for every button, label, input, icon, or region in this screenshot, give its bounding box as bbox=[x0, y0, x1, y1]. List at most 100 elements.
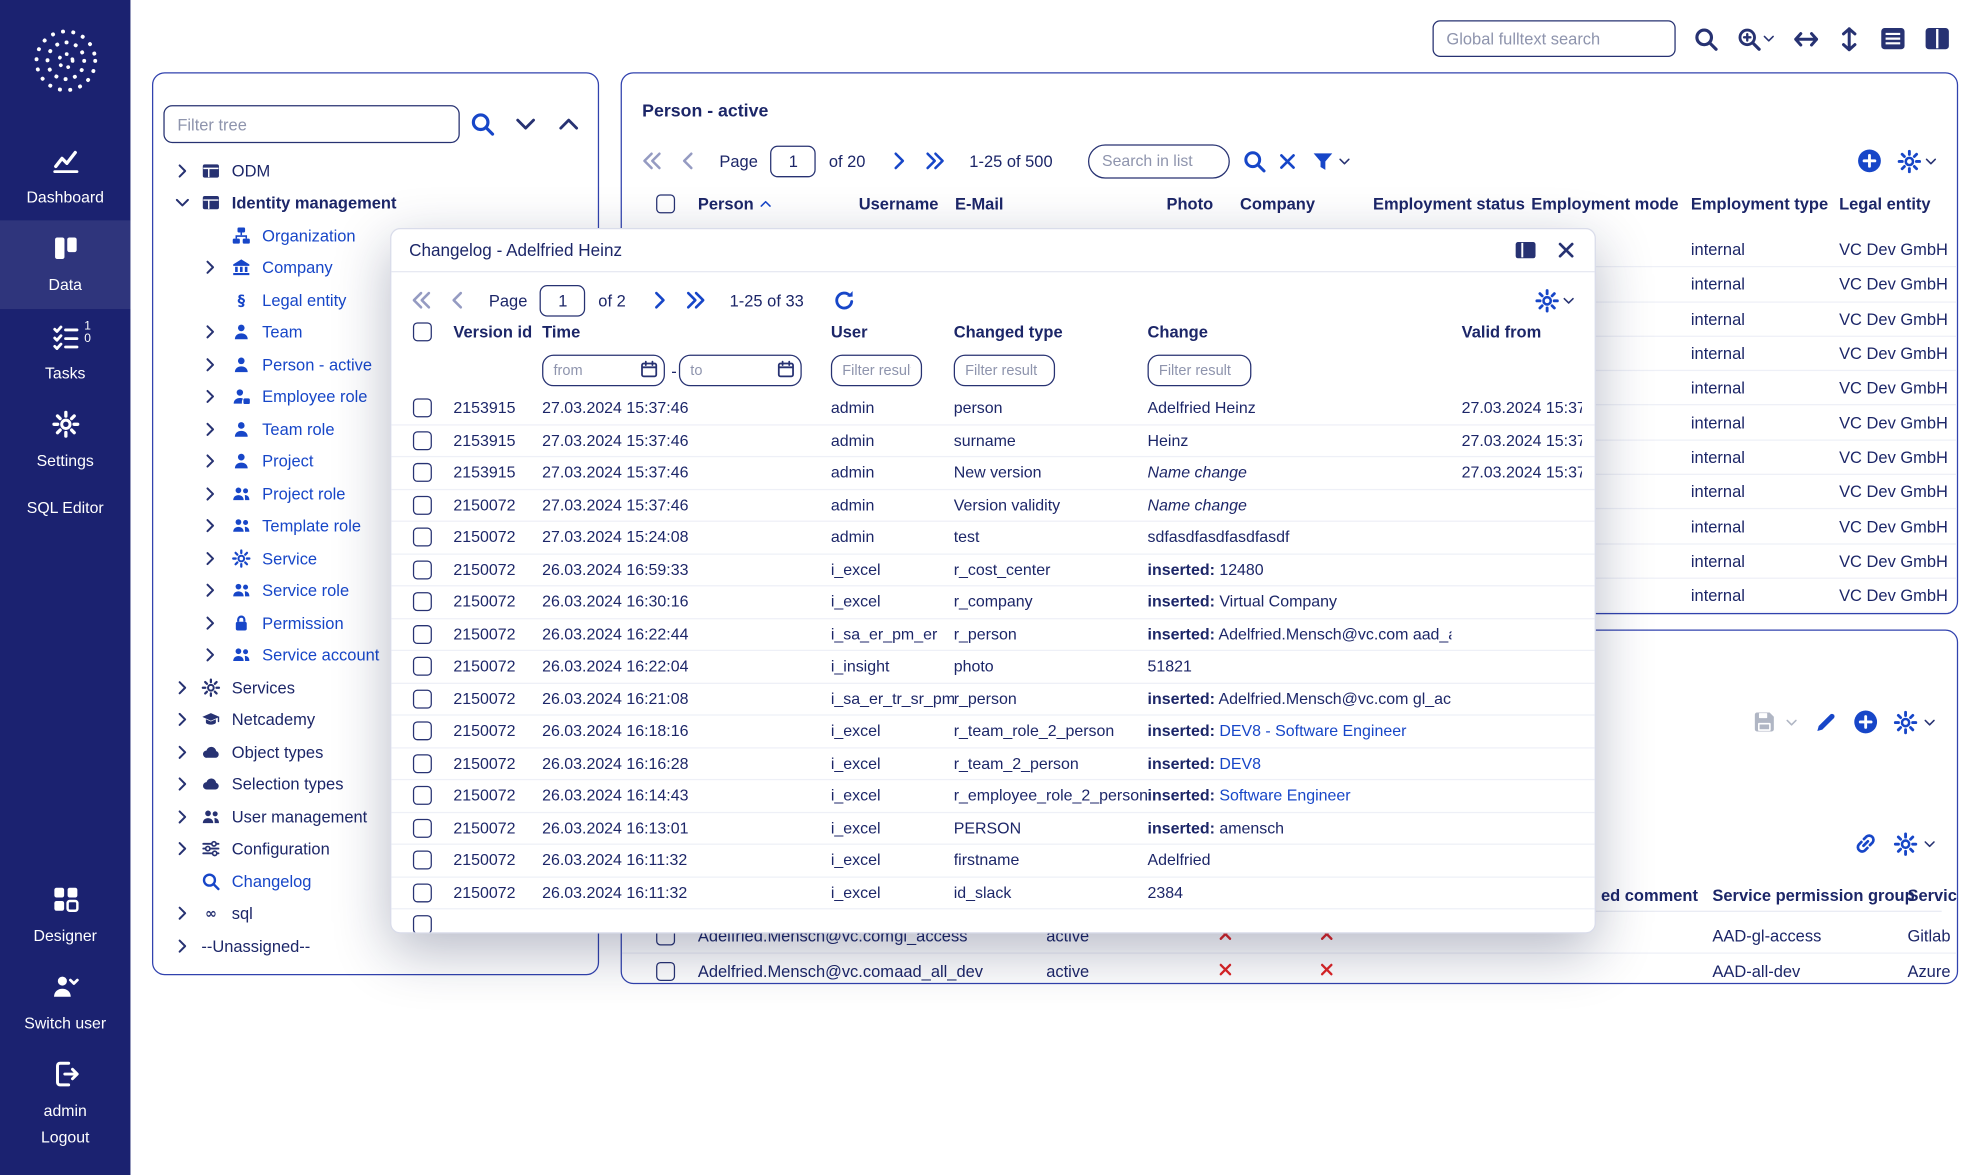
change-link[interactable]: DEV8 bbox=[1215, 755, 1261, 773]
add-row-button[interactable] bbox=[1857, 148, 1882, 173]
row-checkbox[interactable] bbox=[656, 961, 676, 981]
changelog-row[interactable]: 2153915 27.03.2024 15:37:46 admin person Ade… bbox=[391, 393, 1595, 425]
changelog-row[interactable]: 2150072 26.03.2024 16:59:33 i_excel r_cost_… bbox=[391, 554, 1595, 587]
row-checkbox[interactable] bbox=[412, 753, 432, 773]
detail-settings-caret-icon[interactable] bbox=[1923, 715, 1937, 729]
topbar-swap-vertical-button[interactable] bbox=[1837, 26, 1862, 51]
row-checkbox[interactable] bbox=[412, 818, 432, 838]
chevron-right-icon[interactable] bbox=[174, 679, 192, 697]
row-checkbox[interactable] bbox=[412, 527, 432, 547]
sidebar-item-designer[interactable]: Designer bbox=[0, 871, 130, 959]
changelog-row[interactable] bbox=[391, 909, 1594, 933]
chevron-right-icon[interactable] bbox=[174, 937, 192, 955]
row-checkbox[interactable] bbox=[412, 560, 432, 580]
chevron-right-icon[interactable] bbox=[174, 775, 192, 793]
tree-item-odm[interactable]: ODM bbox=[153, 155, 598, 187]
row-checkbox[interactable] bbox=[412, 689, 432, 709]
chevron-right-icon[interactable] bbox=[201, 356, 219, 374]
row-checkbox[interactable] bbox=[412, 430, 432, 450]
filter-button[interactable] bbox=[1311, 149, 1335, 173]
changelog-row[interactable]: 2150072 26.03.2024 16:18:16 i_excel r_team_… bbox=[391, 716, 1595, 748]
changelog-row[interactable]: 2150072 26.03.2024 16:22:44 i_sa_er_pm_er r… bbox=[391, 619, 1595, 652]
topbar-swap-horizontal-button[interactable] bbox=[1793, 26, 1819, 51]
save-caret-icon[interactable] bbox=[1785, 715, 1799, 729]
chevron-right-icon[interactable] bbox=[201, 323, 219, 341]
sidebar-item-switch-user[interactable]: Switch user bbox=[0, 959, 130, 1047]
sidebar-item-data[interactable]: Data bbox=[0, 220, 131, 309]
link-button[interactable] bbox=[1853, 831, 1878, 856]
detail-row[interactable]: Adelfried.Mensch@vc.com aad_all_dev active… bbox=[622, 954, 1957, 983]
chevron-right-icon[interactable] bbox=[201, 420, 219, 438]
changelog-row[interactable]: 2153915 27.03.2024 15:37:46 admin surname He… bbox=[391, 425, 1595, 458]
topbar-layout-rows-button[interactable] bbox=[1880, 25, 1907, 52]
chevron-right-icon[interactable] bbox=[201, 646, 219, 664]
topbar-search-button[interactable] bbox=[1693, 26, 1718, 51]
chevron-right-icon[interactable] bbox=[174, 840, 192, 858]
app-logo[interactable] bbox=[30, 25, 101, 102]
row-checkbox[interactable] bbox=[412, 398, 432, 418]
topbar-zoom-in-button[interactable] bbox=[1736, 26, 1775, 51]
changelog-row[interactable]: 2150072 26.03.2024 16:11:32 i_excel id_slac… bbox=[391, 877, 1595, 910]
clear-search-button[interactable] bbox=[1277, 150, 1299, 172]
first-page-button[interactable] bbox=[641, 149, 664, 172]
row-checkbox[interactable] bbox=[412, 850, 432, 870]
page-input[interactable] bbox=[770, 145, 817, 177]
row-checkbox[interactable] bbox=[412, 915, 432, 933]
sidebar-item-tasks[interactable]: 1 0 Tasks bbox=[0, 309, 130, 397]
list-search-button[interactable] bbox=[1243, 149, 1267, 173]
row-checkbox[interactable] bbox=[412, 624, 432, 644]
changelog-row[interactable]: 2150072 26.03.2024 16:21:08 i_sa_er_tr_sr_… bbox=[391, 683, 1595, 716]
change-link[interactable]: Software Engineer bbox=[1215, 787, 1350, 805]
chevron-right-icon[interactable] bbox=[201, 259, 219, 277]
changelog-row[interactable]: 2150072 26.03.2024 16:14:43 i_excel r_emplo… bbox=[391, 780, 1595, 813]
tree-item-unassigned[interactable]: --Unassigned-- bbox=[153, 930, 598, 962]
chevron-right-icon[interactable] bbox=[174, 162, 192, 180]
detail-settings-button[interactable] bbox=[1893, 710, 1918, 734]
row-checkbox[interactable] bbox=[412, 463, 432, 483]
changelog-row[interactable]: 2150072 26.03.2024 16:30:16 i_excel r_compa… bbox=[391, 586, 1595, 619]
chevron-right-icon[interactable] bbox=[174, 711, 192, 729]
chevron-right-icon[interactable] bbox=[174, 808, 192, 826]
save-button[interactable] bbox=[1752, 709, 1777, 734]
changelog-row[interactable]: 2150072 27.03.2024 15:24:08 admin test sdfas… bbox=[391, 522, 1595, 555]
tree-item-identity-management[interactable]: Identity management bbox=[153, 187, 598, 219]
changelog-row[interactable]: 2150072 26.03.2024 16:11:32 i_excel firstna… bbox=[391, 845, 1595, 878]
chevron-right-icon[interactable] bbox=[174, 905, 192, 923]
chevron-right-icon[interactable] bbox=[174, 743, 192, 761]
chevron-right-icon[interactable] bbox=[201, 452, 219, 470]
row-checkbox[interactable] bbox=[412, 495, 432, 515]
last-page-button[interactable] bbox=[924, 149, 947, 172]
subtable-settings-button[interactable] bbox=[1893, 831, 1918, 856]
list-settings-caret-icon[interactable] bbox=[1924, 154, 1938, 168]
edit-button[interactable] bbox=[1814, 710, 1838, 734]
changelog-row[interactable]: 2150072 26.03.2024 16:16:28 i_excel r_team_… bbox=[391, 748, 1595, 781]
add-button[interactable] bbox=[1853, 709, 1878, 734]
chevron-right-icon[interactable] bbox=[201, 614, 219, 632]
global-search-input[interactable] bbox=[1432, 20, 1676, 57]
next-page-button[interactable] bbox=[888, 149, 911, 172]
changelog-row[interactable]: 2153915 27.03.2024 15:37:46 admin New versi… bbox=[391, 457, 1595, 490]
sidebar-item-dashboard[interactable]: Dashboard bbox=[0, 133, 130, 221]
previous-page-button[interactable] bbox=[676, 149, 699, 172]
changelog-row[interactable]: 2150072 26.03.2024 16:22:04 i_insight photo… bbox=[391, 651, 1595, 684]
chevron-right-icon[interactable] bbox=[201, 388, 219, 406]
chevron-right-icon[interactable] bbox=[201, 549, 219, 567]
chevron-down-icon[interactable] bbox=[174, 194, 192, 212]
row-checkbox[interactable] bbox=[412, 883, 432, 903]
sidebar-item-settings[interactable]: Settings bbox=[0, 397, 130, 485]
row-checkbox[interactable] bbox=[412, 592, 432, 612]
topbar-layout-columns-button[interactable] bbox=[1924, 25, 1951, 52]
changelog-row[interactable]: 2150072 27.03.2024 15:37:46 admin Version v… bbox=[391, 490, 1595, 522]
list-search-input[interactable] bbox=[1088, 143, 1230, 178]
subtable-settings-caret-icon[interactable] bbox=[1923, 837, 1937, 851]
chevron-right-icon[interactable] bbox=[201, 485, 219, 503]
row-checkbox[interactable] bbox=[412, 657, 432, 677]
chevron-right-icon[interactable] bbox=[201, 582, 219, 600]
changelog-row[interactable]: 2150072 26.03.2024 16:13:01 i_excel PERSON i… bbox=[391, 813, 1595, 845]
filter-caret-icon[interactable] bbox=[1338, 154, 1352, 168]
sidebar-item-admin[interactable]: admin Logout bbox=[0, 1047, 130, 1161]
change-link[interactable]: DEV8 - Software Engineer bbox=[1215, 722, 1406, 740]
sidebar-item-sql-editor[interactable]: SQL Editor bbox=[0, 484, 130, 530]
select-all-checkbox[interactable] bbox=[656, 194, 676, 214]
list-settings-button[interactable] bbox=[1897, 149, 1922, 173]
